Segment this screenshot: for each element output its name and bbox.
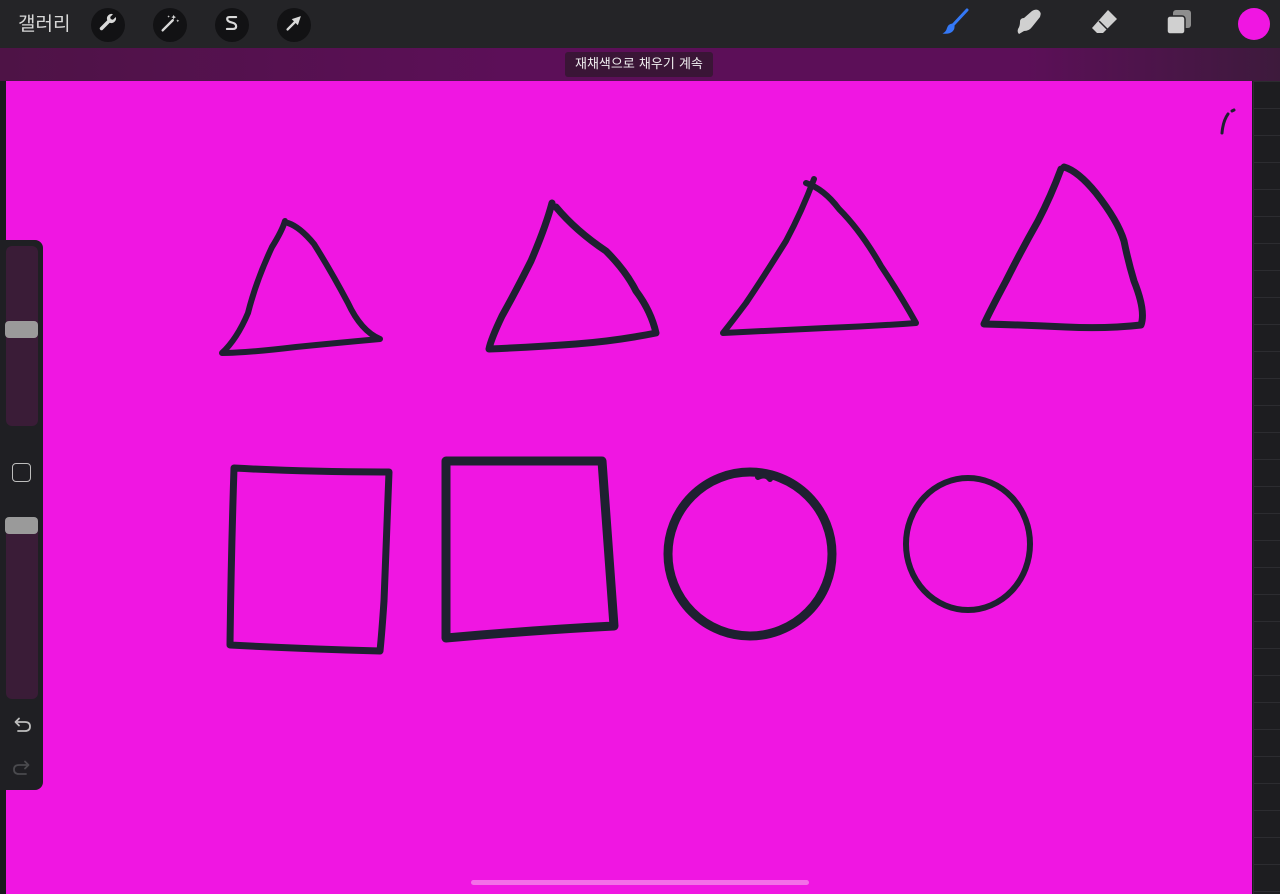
selection-s-icon [221,12,243,38]
brush-icon [940,7,970,41]
canvas-gutter [1253,81,1280,894]
triangle-shape-2 [485,199,660,353]
triangle-shape-4 [980,163,1146,332]
procreate-app: 갤러리 재채색으로 채우기 계속 [0,0,1280,894]
modify-button[interactable] [12,463,31,482]
recolor-fill-message[interactable]: 재채색으로 채우기 계속 [565,52,713,77]
gallery-button[interactable]: 갤러리 [18,10,70,38]
undo-icon [10,717,34,741]
magic-wand-icon [159,12,181,38]
arrow-cursor-icon [283,12,305,38]
brush-size-thumb[interactable] [5,321,38,338]
circle-shape-1 [663,467,837,641]
adjustments-button[interactable] [153,8,187,42]
left-sidebar [0,240,43,790]
brush-opacity-slider[interactable] [6,517,38,699]
stray-stroke [1220,112,1230,135]
drawing-canvas[interactable] [6,81,1252,894]
color-picker-button[interactable] [1238,8,1270,40]
canvas-strokes [219,108,1236,655]
layers-icon [1164,7,1194,41]
eraser-icon [1089,7,1119,41]
undo-button[interactable] [10,713,34,737]
triangle-shape-3 [720,176,919,336]
home-indicator[interactable] [471,880,809,885]
triangle-shape-1 [219,218,383,356]
layers-button[interactable] [1162,7,1196,41]
smudge-button[interactable] [1012,7,1046,41]
brush-opacity-thumb[interactable] [5,517,38,534]
notification-banner: 재채색으로 채우기 계속 [0,48,1280,81]
circle-shape-2 [903,475,1033,613]
smudge-finger-icon [1014,7,1044,41]
top-toolbar: 갤러리 [0,0,1280,48]
redo-icon [10,760,34,784]
redo-button[interactable] [10,756,34,780]
square-shape-1 [226,464,393,655]
brush-button[interactable] [938,7,972,41]
transform-button[interactable] [277,8,311,42]
wrench-icon [97,12,119,38]
selection-button[interactable] [215,8,249,42]
square-shape-2 [441,456,619,643]
actions-button[interactable] [91,8,125,42]
eraser-button[interactable] [1087,7,1121,41]
